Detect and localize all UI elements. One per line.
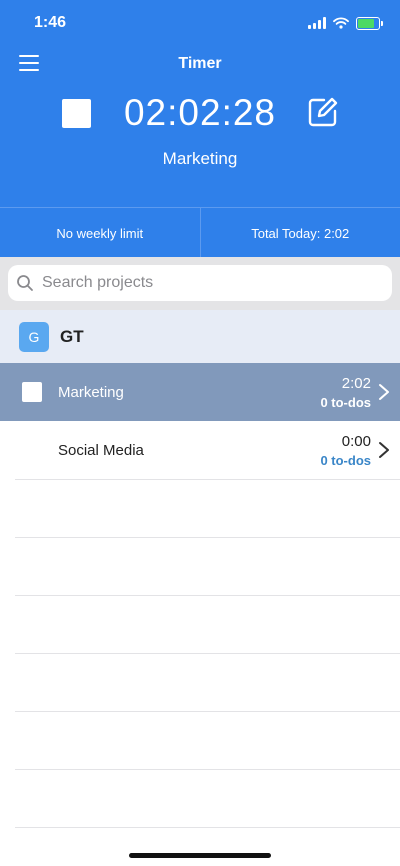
header: 1:46 Timer 02:02:28 Marketing (0, 0, 400, 207)
project-row-social-media[interactable]: Social Media 0:00 0 to-dos (0, 421, 400, 479)
timer-display: 02:02:28 (123, 92, 277, 133)
page-title: Timer (178, 55, 222, 72)
search-box[interactable] (8, 265, 392, 301)
status-bar: 1:46 (0, 0, 400, 44)
project-name: Social Media (58, 442, 144, 459)
row-divider (15, 537, 400, 538)
project-checkbox[interactable] (22, 382, 42, 402)
edit-icon[interactable] (307, 96, 339, 128)
stats-bar: No weekly limit Total Today: 2:02 (0, 207, 400, 258)
project-todos: 0 to-dos (320, 395, 371, 410)
row-divider (15, 769, 400, 770)
current-project-label: Marketing (162, 149, 238, 168)
chevron-right-icon (379, 384, 389, 400)
status-icons (308, 14, 383, 32)
home-indicator[interactable] (129, 853, 271, 858)
project-time: 2:02 (341, 375, 371, 392)
row-divider (15, 653, 400, 654)
search-input[interactable] (40, 273, 374, 293)
group-header[interactable]: G GT (0, 310, 400, 363)
row-divider (15, 711, 400, 712)
row-divider (15, 827, 400, 828)
wifi-icon (333, 17, 349, 29)
group-avatar: G (19, 321, 49, 352)
project-todos-link[interactable]: 0 to-dos (320, 453, 371, 468)
group-name: GT (60, 326, 84, 346)
chevron-right-icon (379, 442, 389, 458)
project-time: 0:00 (341, 433, 371, 450)
timer-screen: 1:46 Timer 02:02:28 Marketing No weekly … (0, 0, 400, 866)
cellular-signal-icon (308, 17, 326, 29)
row-divider (15, 479, 400, 480)
project-name: Marketing (58, 384, 124, 401)
total-today-stat: Total Today: 2:02 (199, 208, 400, 258)
search-bar (0, 257, 400, 310)
battery-icon (356, 16, 383, 30)
weekly-limit-stat: No weekly limit (56, 225, 144, 241)
search-icon (17, 275, 33, 291)
row-divider (15, 595, 400, 596)
status-time: 1:46 (34, 14, 67, 31)
project-row-marketing[interactable]: Marketing 2:02 0 to-dos (0, 363, 400, 421)
